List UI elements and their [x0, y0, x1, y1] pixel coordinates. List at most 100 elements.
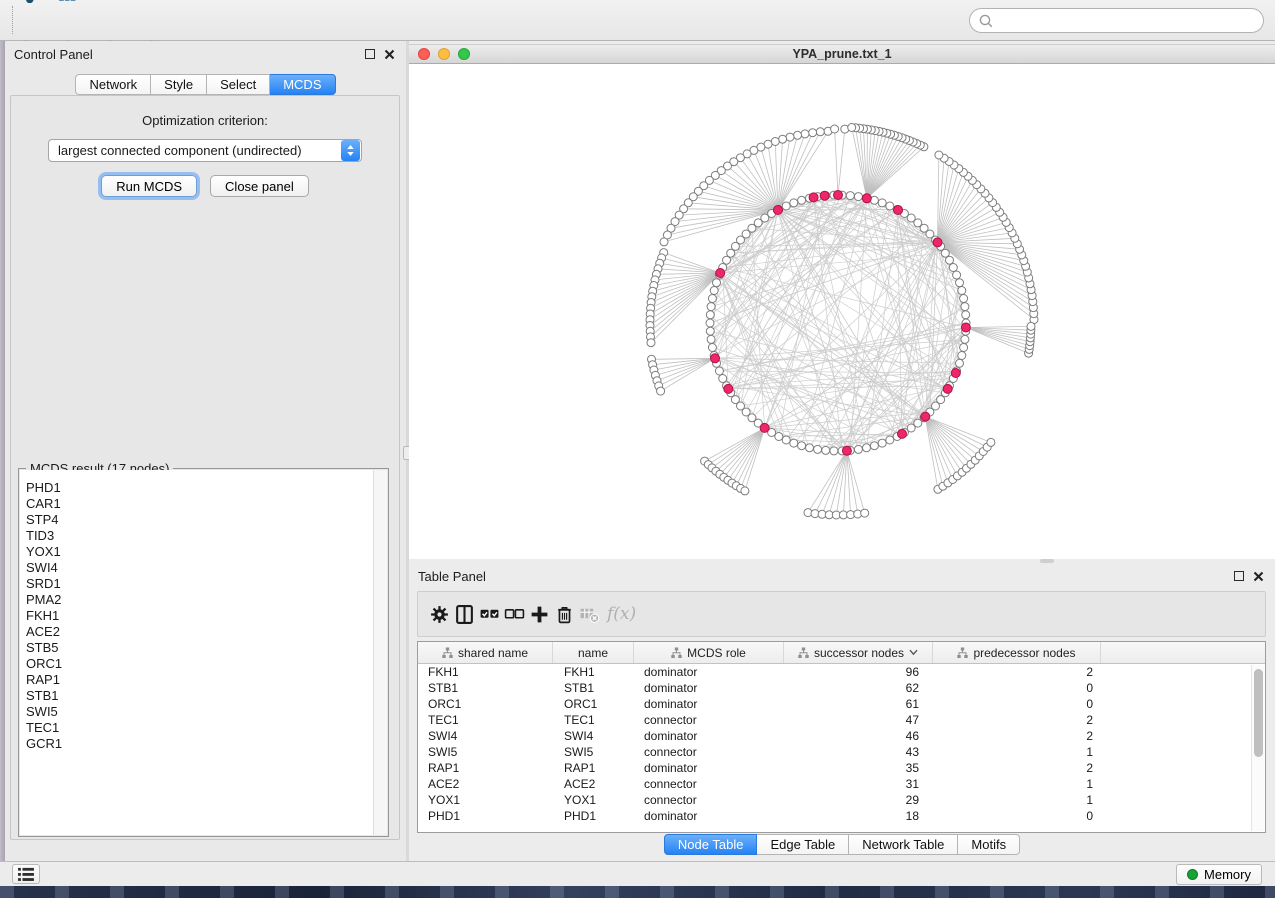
- select-all-checks-button[interactable]: [477, 602, 501, 626]
- table-cell[interactable]: TEC1: [553, 713, 634, 727]
- table-cell[interactable]: connector: [634, 713, 784, 727]
- table-cell[interactable]: STB1: [418, 681, 553, 695]
- table-row[interactable]: PHD1PHD1dominator180: [418, 808, 1265, 824]
- tab-network-table[interactable]: Network Table: [849, 834, 958, 855]
- close-panel-icon[interactable]: [1253, 571, 1264, 582]
- mcds-result-item[interactable]: STB5: [26, 640, 373, 656]
- column-header-MCDS-role[interactable]: MCDS role: [634, 642, 784, 663]
- table-row[interactable]: TEC1TEC1connector472: [418, 712, 1265, 728]
- settings-gear-button[interactable]: [427, 602, 451, 626]
- mcds-result-list[interactable]: PHD1CAR1STP4TID3YOX1SWI4SRD1PMA2FKH1ACE2…: [20, 470, 373, 835]
- table-cell[interactable]: 2: [933, 729, 1101, 743]
- column-header-successor-nodes[interactable]: successor nodes: [784, 642, 933, 663]
- close-mcds-panel-button[interactable]: Close panel: [210, 175, 309, 197]
- table-cell[interactable]: dominator: [634, 729, 784, 743]
- tab-style[interactable]: Style: [151, 74, 207, 95]
- table-cell[interactable]: 0: [933, 697, 1101, 711]
- float-panel-icon[interactable]: [1234, 571, 1244, 581]
- search-input[interactable]: [969, 8, 1264, 33]
- table-cell[interactable]: YOX1: [553, 793, 634, 807]
- column-header-predecessor-nodes[interactable]: predecessor nodes: [933, 642, 1101, 663]
- task-history-button[interactable]: [12, 864, 40, 884]
- table-row[interactable]: SWI4SWI4dominator462: [418, 728, 1265, 744]
- table-cell[interactable]: ORC1: [418, 697, 553, 711]
- table-row[interactable]: STB1STB1dominator620: [418, 680, 1265, 696]
- mcds-result-item[interactable]: ORC1: [26, 656, 373, 672]
- mcds-result-item[interactable]: PMA2: [26, 592, 373, 608]
- column-header-shared-name[interactable]: shared name: [418, 642, 553, 663]
- mcds-result-item[interactable]: YOX1: [26, 544, 373, 560]
- table-cell[interactable]: 0: [933, 681, 1101, 695]
- table-cell[interactable]: RAP1: [418, 761, 553, 775]
- tab-motifs[interactable]: Motifs: [958, 834, 1020, 855]
- tab-network[interactable]: Network: [75, 74, 151, 95]
- mcds-result-item[interactable]: TID3: [26, 528, 373, 544]
- table-cell[interactable]: PHD1: [418, 809, 553, 823]
- table-row[interactable]: RAP1RAP1dominator352: [418, 760, 1265, 776]
- table-cell[interactable]: FKH1: [553, 665, 634, 679]
- mcds-result-item[interactable]: GCR1: [26, 736, 373, 752]
- table-cell[interactable]: 1: [933, 745, 1101, 759]
- table-row[interactable]: ORC1ORC1dominator610: [418, 696, 1265, 712]
- table-cell[interactable]: 2: [933, 665, 1101, 679]
- table-cell[interactable]: ACE2: [553, 777, 634, 791]
- tab-node-table[interactable]: Node Table: [664, 834, 758, 855]
- table-cell[interactable]: SWI4: [418, 729, 553, 743]
- mcds-result-item[interactable]: PHD1: [26, 480, 373, 496]
- criterion-select[interactable]: largest connected component (undirected): [48, 139, 362, 162]
- table-row[interactable]: YOX1YOX1connector291: [418, 792, 1265, 808]
- mcds-result-item[interactable]: STB1: [26, 688, 373, 704]
- scrollbar-thumb[interactable]: [1254, 669, 1263, 757]
- table-row[interactable]: FKH1FKH1dominator962: [418, 664, 1265, 680]
- float-panel-icon[interactable]: [365, 49, 375, 59]
- table-cell[interactable]: SWI5: [418, 745, 553, 759]
- table-cell[interactable]: 35: [784, 761, 933, 775]
- table-cell[interactable]: 1: [933, 793, 1101, 807]
- table-cell[interactable]: TEC1: [418, 713, 553, 727]
- table-cell[interactable]: 18: [784, 809, 933, 823]
- mcds-result-item[interactable]: TEC1: [26, 720, 373, 736]
- table-cell[interactable]: 96: [784, 665, 933, 679]
- table-cell[interactable]: dominator: [634, 809, 784, 823]
- table-row[interactable]: ACE2ACE2connector311: [418, 776, 1265, 792]
- mcds-result-scrollbar[interactable]: [373, 470, 387, 835]
- export-network-button[interactable]: [6, 0, 48, 6]
- window-zoom-light[interactable]: [458, 48, 470, 60]
- table-cell[interactable]: 29: [784, 793, 933, 807]
- table-cell[interactable]: 31: [784, 777, 933, 791]
- export-image-button[interactable]: [90, 0, 132, 6]
- show-columns-button[interactable]: [452, 602, 476, 626]
- close-panel-icon[interactable]: [384, 49, 395, 60]
- table-cell[interactable]: SWI4: [553, 729, 634, 743]
- window-close-light[interactable]: [418, 48, 430, 60]
- table-cell[interactable]: 0: [933, 809, 1101, 823]
- tab-edge-table[interactable]: Edge Table: [757, 834, 849, 855]
- mcds-result-item[interactable]: ACE2: [26, 624, 373, 640]
- column-header-name[interactable]: name: [553, 642, 634, 663]
- table-cell[interactable]: PHD1: [553, 809, 634, 823]
- table-cell[interactable]: connector: [634, 745, 784, 759]
- table-cell[interactable]: ORC1: [553, 697, 634, 711]
- mcds-result-item[interactable]: STP4: [26, 512, 373, 528]
- table-row[interactable]: SWI5SWI5connector431: [418, 744, 1265, 760]
- mcds-result-item[interactable]: RAP1: [26, 672, 373, 688]
- tab-select[interactable]: Select: [207, 74, 270, 95]
- tab-mcds[interactable]: MCDS: [270, 74, 335, 95]
- window-minimize-light[interactable]: [438, 48, 450, 60]
- table-cell[interactable]: ACE2: [418, 777, 553, 791]
- mcds-result-item[interactable]: CAR1: [26, 496, 373, 512]
- deselect-all-checks-button[interactable]: [502, 602, 526, 626]
- table-cell[interactable]: dominator: [634, 665, 784, 679]
- network-graph[interactable]: [409, 64, 1275, 559]
- export-table-button[interactable]: [48, 0, 90, 6]
- memory-button[interactable]: Memory: [1176, 864, 1262, 885]
- mcds-result-item[interactable]: SWI4: [26, 560, 373, 576]
- table-cell[interactable]: 61: [784, 697, 933, 711]
- table-cell[interactable]: 47: [784, 713, 933, 727]
- table-cell[interactable]: dominator: [634, 761, 784, 775]
- table-scrollbar[interactable]: [1251, 665, 1264, 831]
- table-cell[interactable]: connector: [634, 777, 784, 791]
- table-cell[interactable]: 46: [784, 729, 933, 743]
- add-row-button[interactable]: [527, 602, 551, 626]
- table-cell[interactable]: RAP1: [553, 761, 634, 775]
